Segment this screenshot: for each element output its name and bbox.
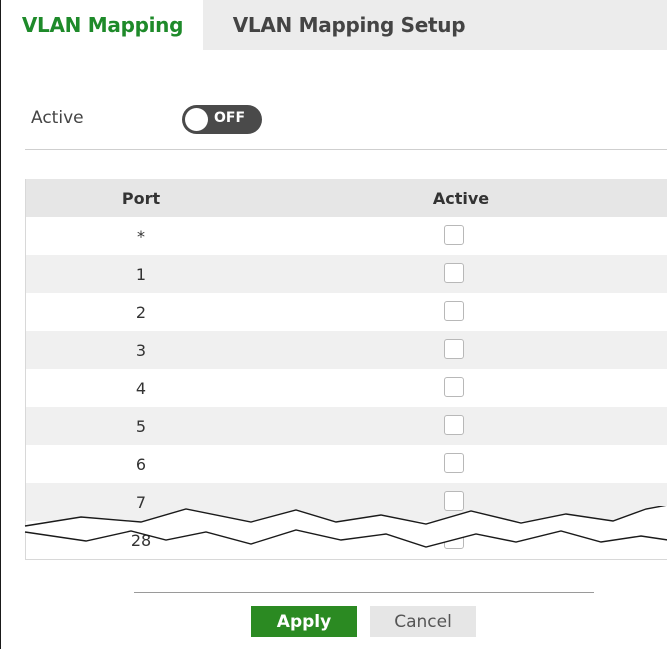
tab-vlan-mapping-setup[interactable]: VLAN Mapping Setup: [203, 0, 495, 50]
active-checkbox[interactable]: [444, 377, 464, 397]
port-cell: 1: [135, 265, 147, 284]
table-row: *: [26, 217, 667, 255]
active-checkbox[interactable]: [444, 415, 464, 435]
tab-vlan-mapping[interactable]: VLAN Mapping: [2, 0, 203, 50]
table-row: 6: [26, 445, 667, 483]
apply-button[interactable]: Apply: [251, 606, 357, 637]
active-label: Active: [31, 108, 84, 128]
table-row: 5: [26, 407, 667, 445]
port-table: Port Active * 1 2 3 4 5 6 7 28: [25, 179, 667, 560]
tab-bar: VLAN Mapping VLAN Mapping Setup: [2, 0, 667, 50]
active-checkbox[interactable]: [444, 453, 464, 473]
table-break-mark: [24, 506, 667, 548]
port-cell: 5: [135, 417, 147, 436]
column-header-port: Port: [121, 189, 161, 208]
page-frame: VLAN Mapping VLAN Mapping Setup Active O…: [0, 0, 667, 649]
port-cell: 3: [135, 341, 147, 360]
port-cell: 4: [135, 379, 147, 398]
table-row: 1: [26, 255, 667, 293]
table-row: 2: [26, 293, 667, 331]
port-cell: 2: [135, 303, 147, 322]
table-row: 4: [26, 369, 667, 407]
active-checkbox[interactable]: [444, 339, 464, 359]
port-cell: 6: [135, 455, 147, 474]
active-checkbox[interactable]: [444, 225, 464, 245]
table-header: Port Active: [26, 179, 667, 217]
section-divider: [25, 149, 667, 150]
button-divider: [134, 592, 594, 593]
column-header-active: Active: [432, 189, 490, 208]
port-cell: *: [137, 227, 145, 246]
table-row: 3: [26, 331, 667, 369]
toggle-knob: [185, 108, 208, 131]
cancel-button[interactable]: Cancel: [370, 606, 476, 637]
active-checkbox[interactable]: [444, 263, 464, 283]
toggle-state-label: OFF: [214, 110, 246, 126]
active-checkbox[interactable]: [444, 301, 464, 321]
active-toggle[interactable]: OFF: [182, 105, 262, 134]
